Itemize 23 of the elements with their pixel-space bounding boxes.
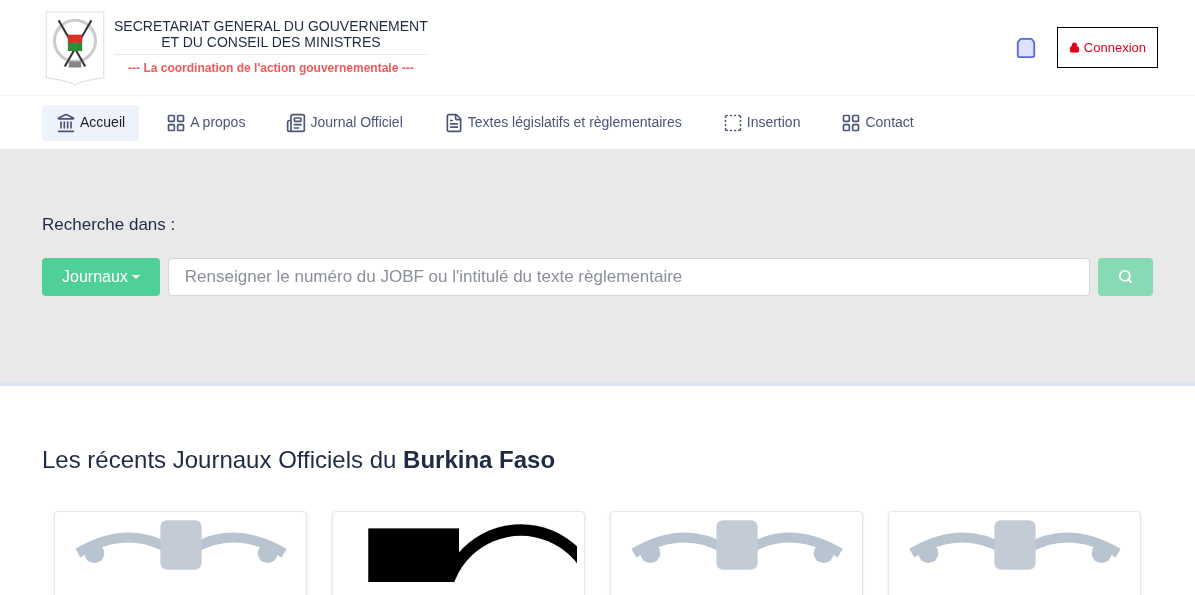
bank-icon [56,112,76,133]
search-button[interactable] [1098,257,1153,296]
nav-tab[interactable]: A propos [152,104,260,141]
search-label: Recherche dans : [42,214,177,236]
journal-card[interactable] [332,511,585,595]
journal-icon [286,112,307,133]
nav-tab[interactable]: Contact [827,104,928,141]
tagline: --- La coordination de l'action gouvernementale --- [128,60,414,77]
nav-tab[interactable]: Accueil [42,104,140,141]
organization-title: SECRETARIAT GENERAL DU GOUVERNEMENT [114,18,428,34]
search-icon [1118,269,1133,284]
grid-icon [841,112,862,133]
login-button[interactable]: Connexion [1056,27,1158,68]
search-field[interactable]: Renseigner le numéro du JOBF ou l'intitulé du texte règlementaire [167,257,1090,296]
nav-tab[interactable]: Insertion [708,104,815,141]
organization-title: ET DU CONSEIL DES MINISTRES [161,34,381,50]
grid-icon [166,112,187,133]
caret-icon [131,274,140,279]
dashed-square-icon [722,112,743,133]
section-heading: Les récents Journaux Officiels du Burkina Faso [42,445,557,475]
nav-tab[interactable]: Textes législatifs et règlementaires [429,104,696,141]
nav-tab[interactable]: Journal Officiel [272,104,417,141]
coat-of-arms-icon [44,9,106,86]
